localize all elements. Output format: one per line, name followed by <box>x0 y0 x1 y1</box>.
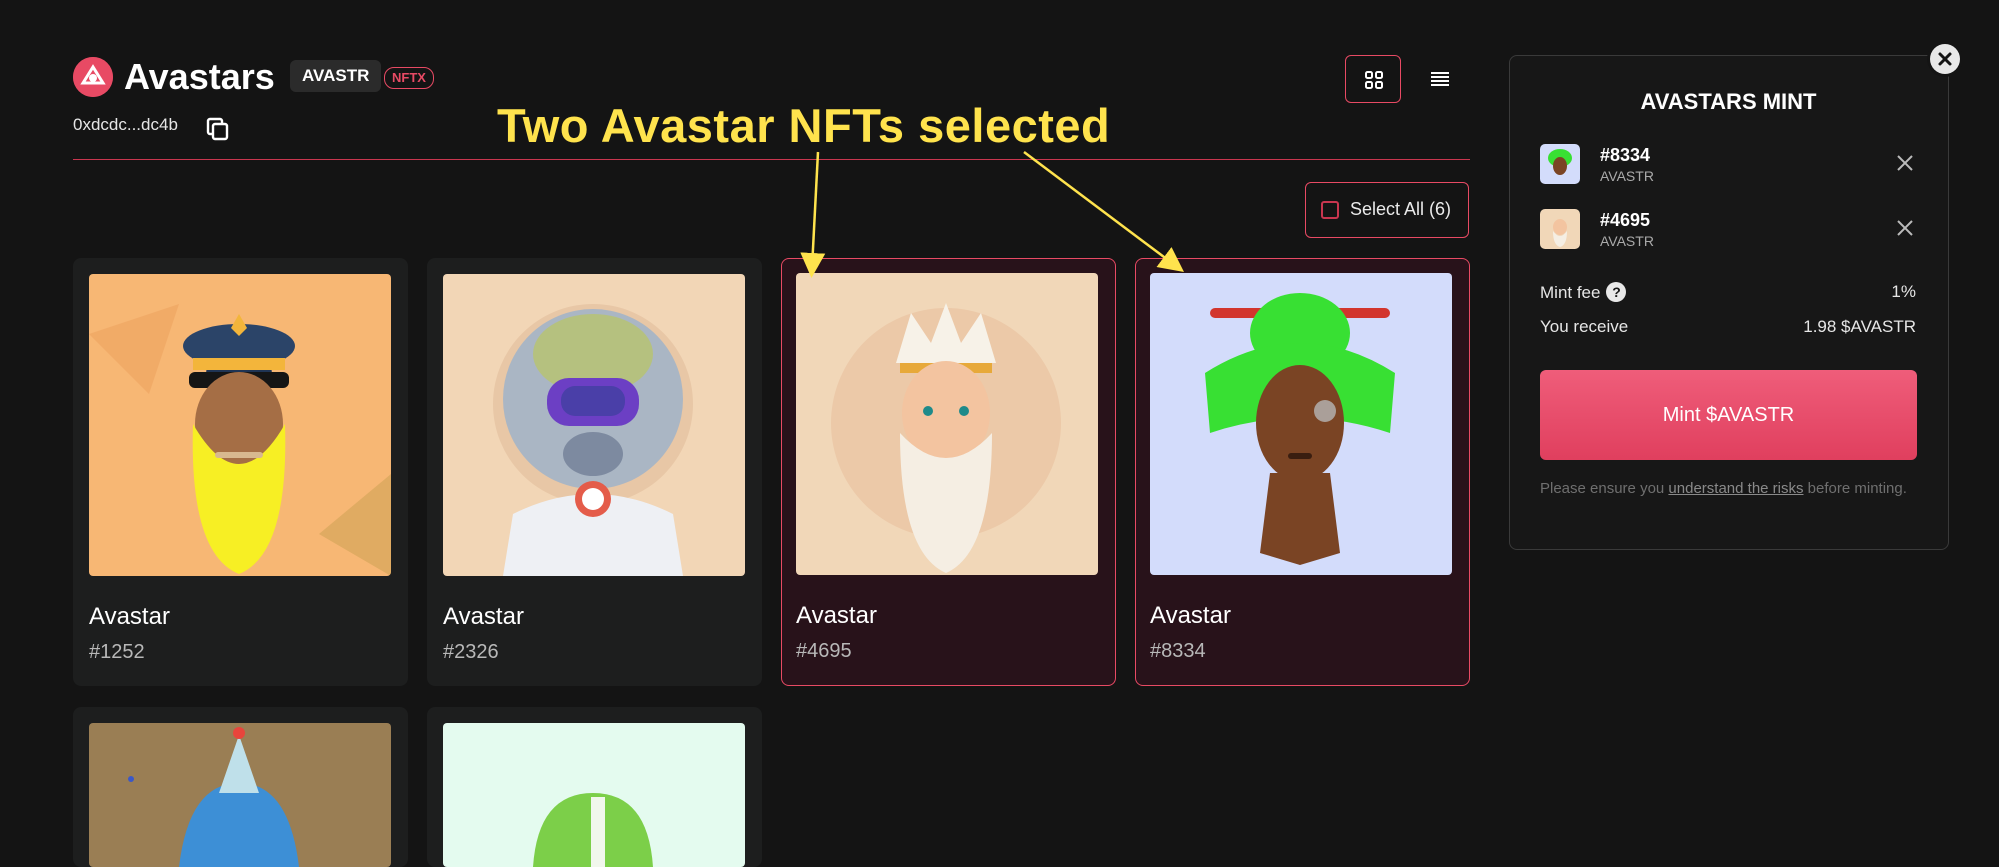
nft-image <box>89 723 391 867</box>
nft-name: Avastar <box>89 603 170 630</box>
nft-number: #8334 <box>1150 640 1206 662</box>
list-view-button[interactable] <box>1418 55 1462 103</box>
collection-logo <box>73 57 113 97</box>
nft-image <box>796 273 1098 575</box>
mint-item-thumbnail <box>1540 209 1580 249</box>
help-icon[interactable]: ? <box>1606 282 1627 302</box>
nft-image <box>443 723 745 867</box>
nft-number: #1252 <box>89 641 145 663</box>
grid-view-button[interactable] <box>1345 55 1401 103</box>
mint-fee-value: 1% <box>1891 282 1916 301</box>
disclaimer-text-end: before minting. <box>1803 480 1907 497</box>
nft-number: #4695 <box>796 640 852 662</box>
select-all-label: Select All (6) <box>1350 199 1452 219</box>
nft-card-1252[interactable]: Avastar #1252 <box>73 258 408 686</box>
panel-title: AVASTARS MINT <box>1640 89 1817 114</box>
nft-image <box>1150 273 1452 575</box>
receive-value: 1.98 $AVASTR <box>1803 317 1916 336</box>
nft-name: Avastar <box>443 603 524 630</box>
nft-image <box>89 274 391 576</box>
nft-number: #2326 <box>443 641 499 663</box>
symbol-badge: AVASTR <box>290 60 382 92</box>
mint-item-8334: #8334 AVASTR <box>1540 144 1916 190</box>
select-all-button[interactable]: Select All (6) <box>1305 182 1469 238</box>
receive-label: You receive <box>1540 317 1629 336</box>
mint-panel: AVASTARS MINT #8334 AVASTR #4695 AVASTR <box>1509 55 1949 550</box>
annotation-label: Two Avastar NFTs selected <box>497 99 1111 152</box>
arrow-to-4695 <box>800 151 826 278</box>
nft-name: Avastar <box>1150 602 1231 629</box>
mint-item-symbol: AVASTR <box>1600 233 1654 249</box>
contract-address: 0xdcdc...dc4b <box>73 115 178 134</box>
remove-item-icon[interactable] <box>1894 152 1916 174</box>
nft-card-row2-2[interactable] <box>427 707 762 867</box>
collection-title: Avastars <box>124 56 275 97</box>
select-all-checkbox[interactable] <box>1321 201 1339 219</box>
header-divider <box>73 159 1470 160</box>
arrow-to-8334 <box>1023 151 1184 272</box>
disclaimer-text: Please ensure you <box>1540 480 1669 497</box>
copy-icon[interactable] <box>205 116 231 142</box>
nft-card-8334[interactable]: Avastar #8334 <box>1135 258 1470 686</box>
mint-item-symbol: AVASTR <box>1600 168 1654 184</box>
nft-card-2326[interactable]: Avastar #2326 <box>427 258 762 686</box>
grid-icon <box>1365 71 1383 89</box>
mint-item-4695: #4695 AVASTR <box>1540 209 1916 255</box>
list-icon <box>1431 72 1449 86</box>
mint-item-thumbnail <box>1540 144 1580 184</box>
mint-item-name: #8334 <box>1600 145 1651 165</box>
nft-card-4695[interactable]: Avastar #4695 <box>781 258 1116 686</box>
close-icon <box>1938 52 1952 66</box>
remove-item-icon[interactable] <box>1894 217 1916 239</box>
nft-image <box>443 274 745 576</box>
nft-card-row2-1[interactable] <box>73 707 408 867</box>
nft-name: Avastar <box>796 602 877 629</box>
risk-disclaimer: Please ensure you understand the risks b… <box>1540 479 1920 499</box>
receive-row: You receive 1.98 $AVASTR <box>1540 317 1916 337</box>
mint-item-name: #4695 <box>1600 210 1651 230</box>
mint-button[interactable]: Mint $AVASTR <box>1540 370 1917 460</box>
risks-link[interactable]: understand the risks <box>1668 480 1803 497</box>
platform-badge: NFTX <box>384 67 434 89</box>
mint-fee-label: Mint fee <box>1540 283 1601 302</box>
mint-fee-row: Mint fee? 1% <box>1540 282 1916 303</box>
close-panel-button[interactable] <box>1930 44 1960 74</box>
